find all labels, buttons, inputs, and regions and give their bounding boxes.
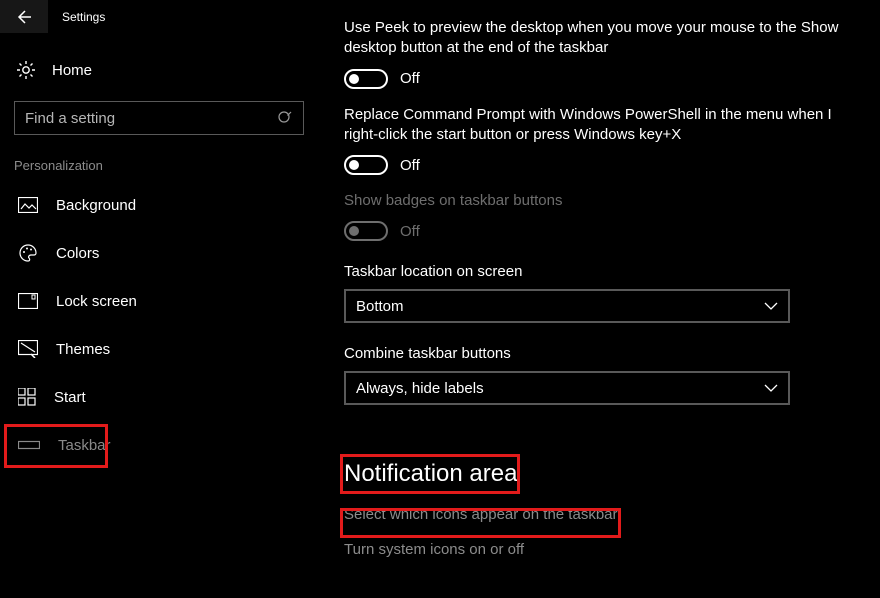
app-title: Settings [62,10,105,24]
search-input-container[interactable] [14,101,304,135]
chevron-down-icon [764,383,778,393]
toggle-powershell[interactable] [344,155,388,175]
start-icon [18,388,36,406]
sidebar-item-colors[interactable]: Colors [0,229,318,277]
picture-icon [18,197,38,213]
sidebar-item-label: Colors [56,245,99,262]
taskbar-location-label: Taskbar location on screen [344,263,858,280]
link-select-icons[interactable]: Select which icons appear on the taskbar [344,506,858,523]
search-icon [277,110,293,126]
sidebar-item-label: Taskbar [58,437,111,454]
notification-area-heading: Notification area [344,460,858,488]
combine-buttons-dropdown[interactable]: Always, hide labels [344,371,790,405]
link-system-icons[interactable]: Turn system icons on or off [344,541,858,558]
sidebar-section-title: Personalization [14,158,318,173]
sidebar-item-themes[interactable]: Themes [0,325,318,373]
gear-icon [16,60,36,80]
sidebar-item-background[interactable]: Background [0,181,318,229]
taskbar-icon [18,439,40,451]
palette-icon [18,243,38,263]
sidebar-item-lockscreen[interactable]: Lock screen [0,277,318,325]
chevron-down-icon [764,301,778,311]
arrow-left-icon [15,8,33,26]
toggle-peek-state: Off [400,70,420,87]
sidebar-item-label: Themes [56,341,110,358]
setting-peek-text: Use Peek to preview the desktop when you… [344,18,858,59]
sidebar-item-label: Start [54,389,86,406]
sidebar: Home Personalization Background Colors L… [0,33,318,598]
dropdown-value: Bottom [356,298,404,315]
sidebar-item-start[interactable]: Start [0,373,318,421]
sidebar-item-label: Background [56,197,136,214]
combine-buttons-label: Combine taskbar buttons [344,345,858,362]
nav-home[interactable]: Home [0,50,318,90]
back-button[interactable] [0,0,48,33]
search-input[interactable] [25,110,245,127]
toggle-peek[interactable] [344,69,388,89]
setting-powershell-text: Replace Command Prompt with Windows Powe… [344,105,858,146]
lockscreen-icon [18,293,38,309]
themes-icon [18,340,38,358]
content-pane: Use Peek to preview the desktop when you… [318,33,880,598]
dropdown-value: Always, hide labels [356,380,484,397]
taskbar-location-dropdown[interactable]: Bottom [344,289,790,323]
toggle-badges-state: Off [400,223,420,240]
toggle-badges [344,221,388,241]
setting-badges-text: Show badges on taskbar buttons [344,191,858,211]
sidebar-item-label: Lock screen [56,293,137,310]
nav-home-label: Home [52,62,92,79]
toggle-powershell-state: Off [400,157,420,174]
sidebar-item-taskbar[interactable]: Taskbar [0,421,318,469]
